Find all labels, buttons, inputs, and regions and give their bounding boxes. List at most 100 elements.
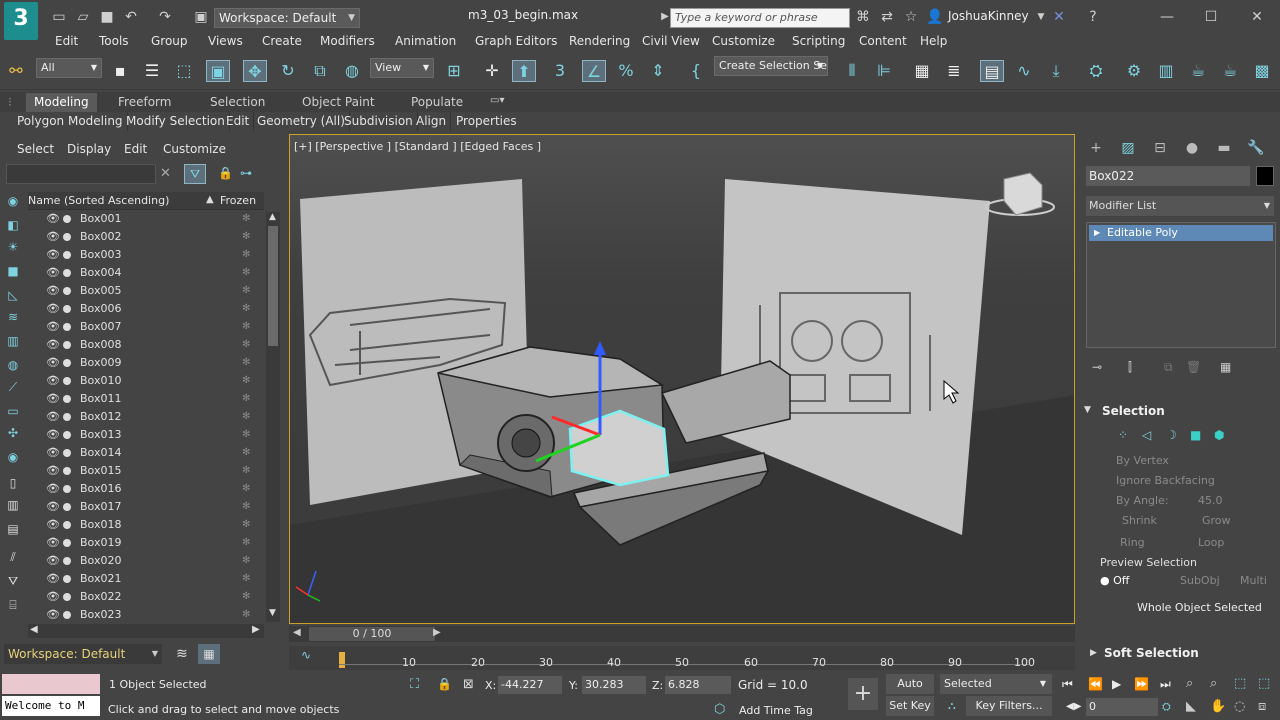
table-row[interactable]: 👁 Box014 ✻ bbox=[28, 444, 264, 462]
name-column-header[interactable]: Name (Sorted Ascending) bbox=[28, 194, 169, 207]
freeze-icon[interactable]: ✻ bbox=[242, 606, 250, 624]
zoom-icon[interactable]: ⌕ bbox=[1186, 676, 1193, 691]
angle-snap-icon[interactable]: ∠ bbox=[582, 60, 606, 82]
table-row[interactable]: 👁 Box018 ✻ bbox=[28, 516, 264, 534]
tab-modeling[interactable]: Modeling bbox=[26, 93, 97, 112]
freeze-icon[interactable]: ✻ bbox=[242, 552, 250, 570]
freeze-icon[interactable]: ✻ bbox=[242, 300, 250, 318]
table-row[interactable]: 👁 Box001 ✻ bbox=[28, 210, 264, 228]
table-row[interactable]: 👁 Box019 ✻ bbox=[28, 534, 264, 552]
freeze-icon[interactable]: ✻ bbox=[242, 534, 250, 552]
curve-editor-mini-icon[interactable]: ∿ bbox=[301, 648, 311, 662]
key-filters-icon[interactable]: ⛬ bbox=[948, 699, 956, 713]
select-and-scale-icon[interactable]: ⧉ bbox=[308, 60, 332, 82]
visibility-eye-icon[interactable]: 👁 bbox=[46, 246, 60, 264]
table-row[interactable]: 👁 Box007 ✻ bbox=[28, 318, 264, 336]
explorer-workspace-dropdown[interactable]: Workspace: Default ▼ bbox=[4, 644, 162, 664]
panel-properties[interactable]: Properties bbox=[452, 112, 521, 131]
modifier-list-dropdown[interactable]: Modifier List ▼ bbox=[1086, 196, 1274, 216]
explorer-menu-edit[interactable]: Edit bbox=[124, 142, 147, 156]
z-coordinate-field[interactable]: 6.828 bbox=[665, 676, 731, 694]
y-coordinate-field[interactable]: 30.283 bbox=[582, 676, 646, 694]
table-row[interactable]: 👁 Box006 ✻ bbox=[28, 300, 264, 318]
toggle-scene-explorer-icon[interactable]: ▦ bbox=[910, 60, 934, 82]
workspace-dropdown[interactable]: Workspace: Default ▼ bbox=[214, 8, 360, 28]
utilities-tab-icon[interactable]: 🔧 bbox=[1246, 138, 1266, 158]
go-to-end-icon[interactable]: ⏭ bbox=[1160, 677, 1171, 692]
window-crossing-icon[interactable]: ▣ bbox=[206, 60, 230, 82]
selection-rollout-title[interactable]: Selection bbox=[1102, 404, 1165, 418]
minimize-icon[interactable]: — bbox=[1158, 8, 1176, 26]
schematic-view-icon[interactable]: ⤓ bbox=[1044, 60, 1068, 82]
lock-icon[interactable]: 🔒 bbox=[218, 166, 233, 180]
visibility-eye-icon[interactable]: 👁 bbox=[46, 354, 60, 372]
table-row[interactable]: 👁 Box023 ✻ bbox=[28, 606, 264, 624]
visibility-eye-icon[interactable]: 👁 bbox=[46, 264, 60, 282]
grow-button[interactable]: Grow bbox=[1202, 514, 1231, 527]
menu-scripting[interactable]: Scripting bbox=[792, 34, 845, 48]
track-bar[interactable]: ∿ 10 20 30 40 50 60 70 80 90 100 bbox=[289, 646, 1075, 670]
visibility-eye-icon[interactable]: 👁 bbox=[46, 462, 60, 480]
visibility-eye-icon[interactable]: 👁 bbox=[46, 606, 60, 624]
display-folder-icon[interactable]: ⌸ bbox=[4, 596, 22, 614]
object-name-field[interactable]: Box022 bbox=[1086, 166, 1250, 186]
autodesk-app-icon[interactable]: ✕ bbox=[1050, 8, 1068, 26]
modifier-editable-poly[interactable]: ▶ Editable Poly bbox=[1089, 225, 1273, 241]
motion-tab-icon[interactable]: ● bbox=[1182, 138, 1202, 158]
field-of-view-icon[interactable]: ◣ bbox=[1186, 699, 1196, 714]
named-selection-edit-icon[interactable]: { bbox=[684, 60, 708, 82]
menu-civil-view[interactable]: Civil View bbox=[642, 34, 700, 48]
create-tab-icon[interactable]: + bbox=[1086, 138, 1106, 158]
edge-icon[interactable]: ◁ bbox=[1142, 428, 1151, 442]
select-object-icon[interactable]: ▪ bbox=[108, 60, 132, 82]
menu-views[interactable]: Views bbox=[208, 34, 243, 48]
panel-geometry-all[interactable]: Geometry (All) bbox=[253, 112, 350, 131]
border-icon[interactable]: ☽ bbox=[1166, 428, 1177, 442]
display-containers-icon[interactable]: ▭ bbox=[4, 402, 22, 420]
freeze-icon[interactable]: ✻ bbox=[242, 318, 250, 336]
select-by-name-icon[interactable]: ☰ bbox=[140, 60, 164, 82]
rendered-frame-window-icon[interactable]: ▥ bbox=[1154, 60, 1178, 82]
open-file-icon[interactable]: ▱ bbox=[74, 8, 92, 26]
table-row[interactable]: 👁 Box004 ✻ bbox=[28, 264, 264, 282]
freeze-icon[interactable]: ✻ bbox=[242, 408, 250, 426]
explorer-menu-customize[interactable]: Customize bbox=[163, 142, 226, 156]
rectangular-selection-icon[interactable]: ⬚ bbox=[172, 60, 196, 82]
angle-spinner[interactable]: 45.0 bbox=[1198, 494, 1223, 507]
prev-frame-icon[interactable]: ◀ bbox=[293, 627, 301, 638]
table-row[interactable]: 👁 Box011 ✻ bbox=[28, 390, 264, 408]
maximize-icon[interactable]: ☐ bbox=[1202, 8, 1220, 26]
display-none-icon[interactable]: ▯ bbox=[4, 474, 22, 492]
tab-populate[interactable]: Populate bbox=[411, 95, 463, 109]
select-and-rotate-icon[interactable]: ↻ bbox=[276, 60, 300, 82]
undo-icon[interactable]: ↶ bbox=[122, 8, 140, 26]
expand-soft-selection-icon[interactable]: ▶ bbox=[1090, 648, 1097, 658]
render-setup-icon[interactable]: ⚙ bbox=[1122, 60, 1146, 82]
table-row[interactable]: 👁 Box015 ✻ bbox=[28, 462, 264, 480]
freeze-icon[interactable]: ✻ bbox=[242, 246, 250, 264]
expand-icon[interactable]: ▶ bbox=[1094, 225, 1100, 241]
explorer-scroll-thumb[interactable] bbox=[268, 226, 278, 346]
display-shapes-icon[interactable]: ◧ bbox=[4, 216, 22, 234]
time-tag-icon[interactable]: ⬡ bbox=[714, 702, 725, 717]
ignore-backfacing-checkbox[interactable]: Ignore Backfacing bbox=[1116, 474, 1215, 487]
select-and-place-icon[interactable]: ◍ bbox=[340, 60, 364, 82]
tab-selection[interactable]: Selection bbox=[210, 95, 265, 109]
table-row[interactable]: 👁 Box022 ✻ bbox=[28, 588, 264, 606]
orbit-icon[interactable]: ◌ bbox=[1234, 699, 1245, 714]
remove-modifier-icon[interactable]: 🗑 bbox=[1186, 360, 1201, 374]
named-selection-set-dropdown[interactable]: Create Selection Se ▼ bbox=[714, 56, 828, 76]
search-input[interactable]: Type a keyword or phrase bbox=[670, 8, 850, 28]
filter-icon[interactable]: ⛛ bbox=[184, 164, 206, 184]
user-icon[interactable]: 👤 bbox=[926, 8, 944, 26]
x-coordinate-field[interactable]: -44.227 bbox=[498, 676, 562, 694]
mirror-icon[interactable]: ⫴ bbox=[840, 60, 864, 82]
scroll-left-icon[interactable]: ◀ bbox=[30, 624, 38, 635]
table-row[interactable]: 👁 Box020 ✻ bbox=[28, 552, 264, 570]
current-frame-marker[interactable] bbox=[339, 652, 345, 668]
help-icon[interactable]: ? bbox=[1084, 8, 1102, 26]
favorites-star-icon[interactable]: ☆ bbox=[902, 8, 920, 26]
tab-object-paint[interactable]: Object Paint bbox=[302, 95, 375, 109]
frozen-column-header[interactable]: Frozen bbox=[220, 194, 256, 207]
display-tab-icon[interactable]: ▬ bbox=[1214, 138, 1234, 158]
